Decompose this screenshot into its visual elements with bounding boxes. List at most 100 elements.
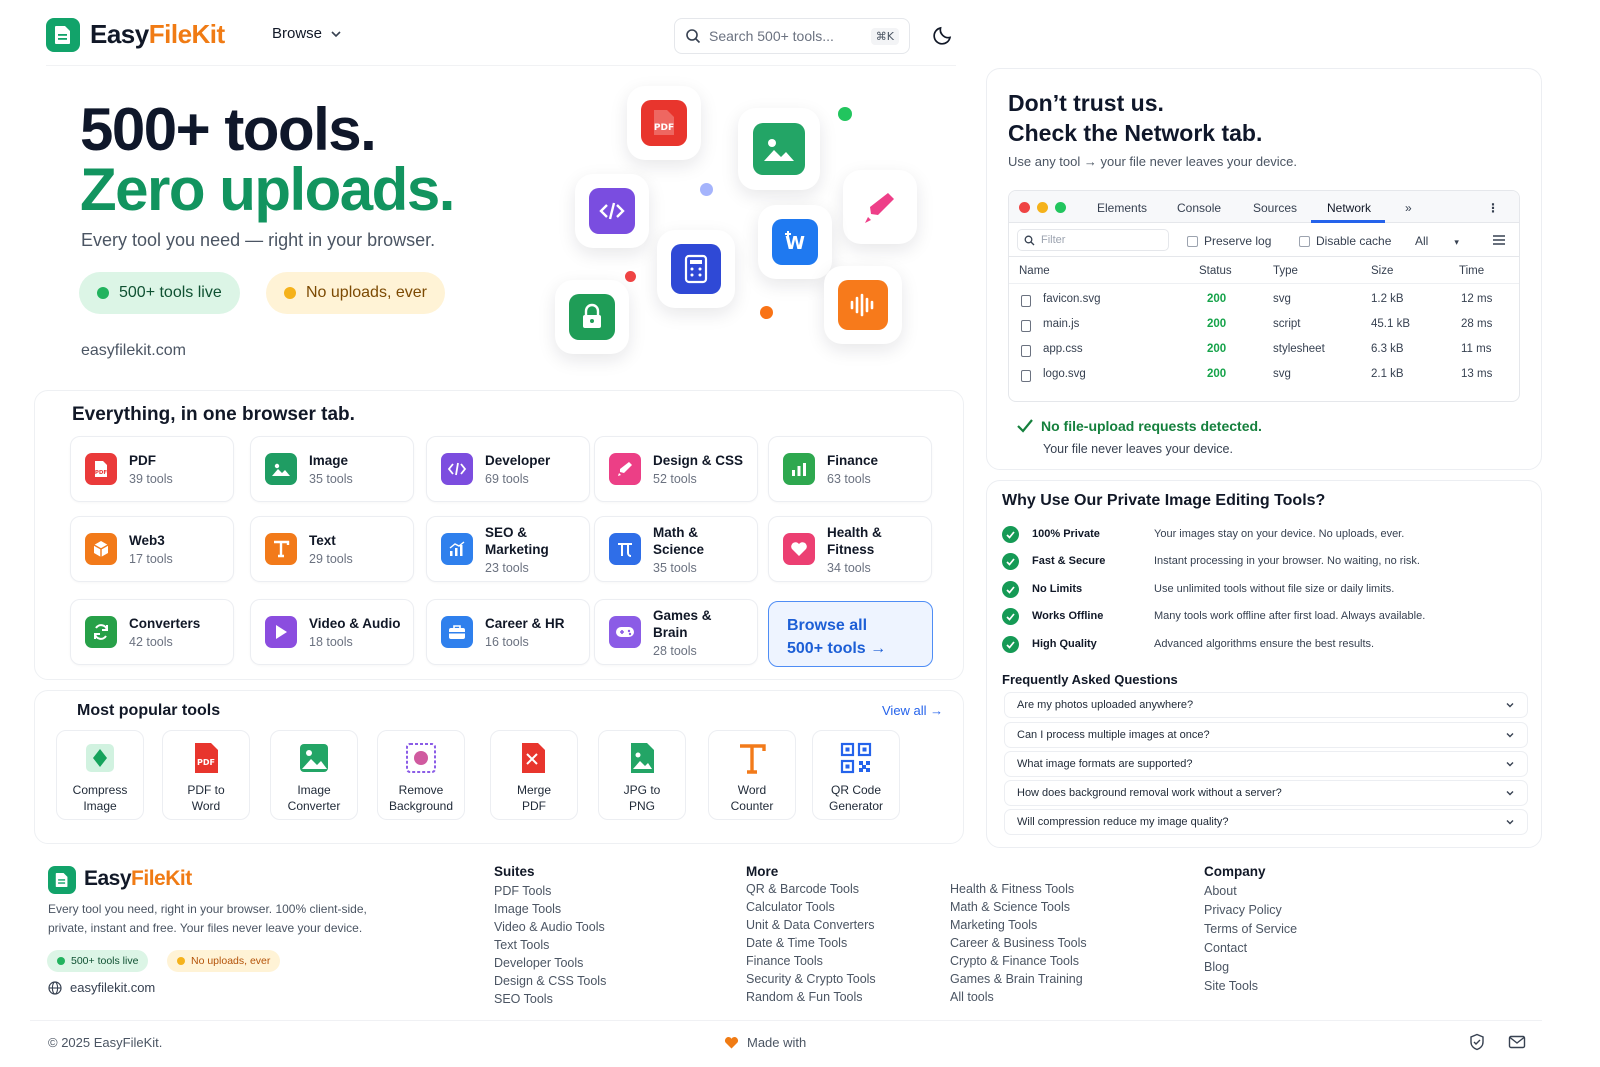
category-tile-design-css[interactable]: Design & CSS 52 tools	[594, 436, 758, 502]
footer-link[interactable]: Random & Fun Tools	[746, 990, 863, 1004]
browse-all-button[interactable]: Browse all 500+ tools →	[768, 601, 933, 667]
footer-brand[interactable]: EasyFileKit	[84, 867, 192, 891]
footer-link[interactable]: SEO Tools	[494, 992, 553, 1006]
footer-link[interactable]: Health & Fitness Tools	[950, 882, 1074, 896]
footer-link[interactable]: Text Tools	[494, 938, 549, 952]
tab-console[interactable]: Console	[1177, 201, 1221, 215]
faq-item[interactable]: Can I process multiple images at once?	[1004, 722, 1528, 748]
category-tile-converters[interactable]: Converters 42 tools	[70, 599, 234, 665]
logo-icon[interactable]	[46, 18, 80, 52]
menu-icon[interactable]	[1493, 235, 1505, 245]
benefit-desc: Instant processing in your browser. No w…	[1154, 555, 1420, 567]
popular-tool-word-counter[interactable]: Word Counter	[708, 730, 796, 820]
popular-tool-image-converter[interactable]: Image Converter	[270, 730, 358, 820]
footer-link[interactable]: Career & Business Tools	[950, 936, 1087, 950]
popular-tool-qr-code-generator[interactable]: QR Code Generator	[812, 730, 900, 820]
footer-link[interactable]: About	[1204, 884, 1237, 898]
footer-website[interactable]: easyfilekit.com	[48, 980, 155, 995]
browse-menu-button[interactable]: Browse	[272, 25, 342, 42]
col-size: Size	[1371, 265, 1394, 277]
category-tile-pdf[interactable]: PDF PDF 39 tools	[70, 436, 234, 502]
faq-item[interactable]: How does background removal work without…	[1004, 780, 1528, 806]
footer-link[interactable]: PDF Tools	[494, 884, 551, 898]
footer-link[interactable]: Calculator Tools	[746, 900, 835, 914]
footer-link[interactable]: QR & Barcode Tools	[746, 882, 859, 896]
throttle-select[interactable]: All ▾	[1415, 234, 1459, 248]
category-tile-text[interactable]: Text 29 tools	[250, 516, 414, 582]
footer-link[interactable]: Games & Brain Training	[950, 972, 1083, 986]
network-row[interactable]: main.js 200 script 45.1 kB 28 ms	[1009, 312, 1519, 337]
brand-logo-text[interactable]: EasyFileKit	[90, 19, 225, 50]
col-time: Time	[1459, 265, 1485, 277]
shield-icon[interactable]	[1468, 1033, 1486, 1051]
category-tile-video-audio[interactable]: Video & Audio 18 tools	[250, 599, 414, 665]
category-tile-finance[interactable]: Finance 63 tools	[768, 436, 932, 502]
request-status: 200	[1207, 293, 1227, 305]
popular-tool-compress-image[interactable]: Compress Image	[56, 730, 144, 820]
disable-cache-checkbox[interactable]: Disable cache	[1299, 234, 1391, 248]
faq-item[interactable]: What image formats are supported?	[1004, 751, 1528, 777]
tool-label-line2: Background	[388, 799, 454, 813]
faq-item[interactable]: Will compression reduce my image quality…	[1004, 809, 1528, 835]
footer-link[interactable]: Math & Science Tools	[950, 900, 1070, 914]
request-size: 6.3 kB	[1371, 343, 1404, 355]
category-tile-games-brain[interactable]: Games & Brain 28 tools	[594, 599, 758, 665]
footer-link[interactable]: Crypto & Finance Tools	[950, 954, 1079, 968]
popular-tool-merge-pdf[interactable]: Merge PDF	[490, 730, 578, 820]
window-maximize-button[interactable]	[1055, 202, 1066, 213]
popular-tool-remove-background[interactable]: Remove Background	[377, 730, 465, 820]
category-tile-image[interactable]: Image 35 tools	[250, 436, 414, 502]
footer-link[interactable]: Blog	[1204, 960, 1229, 974]
footer-logo-icon[interactable]	[48, 866, 76, 894]
footer-link[interactable]: Design & CSS Tools	[494, 974, 606, 988]
moon-icon[interactable]	[932, 24, 954, 46]
category-tile-seo-marketing[interactable]: SEO & Marketing 23 tools	[426, 516, 590, 582]
category-tile-career-hr[interactable]: Career & HR 16 tools	[426, 599, 590, 665]
window-close-button[interactable]	[1019, 202, 1030, 213]
bar-chart-icon	[783, 453, 815, 485]
network-row[interactable]: favicon.svg 200 svg 1.2 kB 12 ms	[1009, 287, 1519, 312]
view-all-link[interactable]: View all →	[882, 703, 943, 718]
footer-link[interactable]: All tools	[950, 990, 994, 1004]
footer-link[interactable]: Unit & Data Converters	[746, 918, 875, 932]
footer-link[interactable]: Finance Tools	[746, 954, 823, 968]
popular-tool-jpg-to-png[interactable]: JPG to PNG	[598, 730, 686, 820]
tab-elements[interactable]: Elements	[1097, 201, 1147, 215]
kebab-menu-icon[interactable]: ⋮	[1487, 201, 1499, 215]
tab-network[interactable]: Network	[1327, 201, 1371, 215]
footer-link[interactable]: Marketing Tools	[950, 918, 1037, 932]
category-tile-web3[interactable]: Web3 17 tools	[70, 516, 234, 582]
heart-icon	[783, 533, 815, 565]
benefit-label: No Limits	[1032, 583, 1083, 595]
mail-icon[interactable]	[1508, 1033, 1526, 1051]
footer-link[interactable]: Image Tools	[494, 902, 561, 916]
footer-link[interactable]: Security & Crypto Tools	[746, 972, 876, 986]
category-tile-health-fitness[interactable]: Health & Fitness 34 tools	[768, 516, 932, 582]
tool-label-line1: Remove	[398, 783, 444, 797]
window-minimize-button[interactable]	[1037, 202, 1048, 213]
tab-more[interactable]: »	[1405, 201, 1412, 215]
footer-link[interactable]: Date & Time Tools	[746, 936, 847, 950]
footer-link[interactable]: Site Tools	[1204, 979, 1258, 993]
footer-link[interactable]: Terms of Service	[1204, 922, 1297, 936]
search-input[interactable]: Search 500+ tools... ⌘K	[674, 18, 910, 54]
tool-label-line2: Word	[191, 799, 221, 813]
tab-sources[interactable]: Sources	[1253, 201, 1297, 215]
pdf-icon: PDF	[85, 453, 117, 485]
network-row[interactable]: logo.svg 200 svg 2.1 kB 13 ms	[1009, 362, 1519, 387]
faq-item[interactable]: Are my photos uploaded anywhere?	[1004, 692, 1528, 718]
footer-link[interactable]: Developer Tools	[494, 956, 583, 970]
category-tile-math-science[interactable]: Math & Science 35 tools	[594, 516, 758, 582]
popular-tool-pdf-to-word[interactable]: PDF PDF to Word	[162, 730, 250, 820]
preserve-log-checkbox[interactable]: Preserve log	[1187, 234, 1271, 248]
faq-title: Frequently Asked Questions	[1002, 672, 1178, 687]
decor-dot	[760, 306, 773, 319]
footer-link[interactable]: Privacy Policy	[1204, 903, 1282, 917]
status-dot	[57, 957, 65, 965]
footer-link[interactable]: Contact	[1204, 941, 1247, 955]
brand-part-2: FileKit	[148, 19, 225, 49]
filter-input[interactable]: Filter	[1017, 229, 1169, 251]
category-tile-developer[interactable]: Developer 69 tools	[426, 436, 590, 502]
footer-link[interactable]: Video & Audio Tools	[494, 920, 605, 934]
network-row[interactable]: app.css 200 stylesheet 6.3 kB 11 ms	[1009, 337, 1519, 362]
